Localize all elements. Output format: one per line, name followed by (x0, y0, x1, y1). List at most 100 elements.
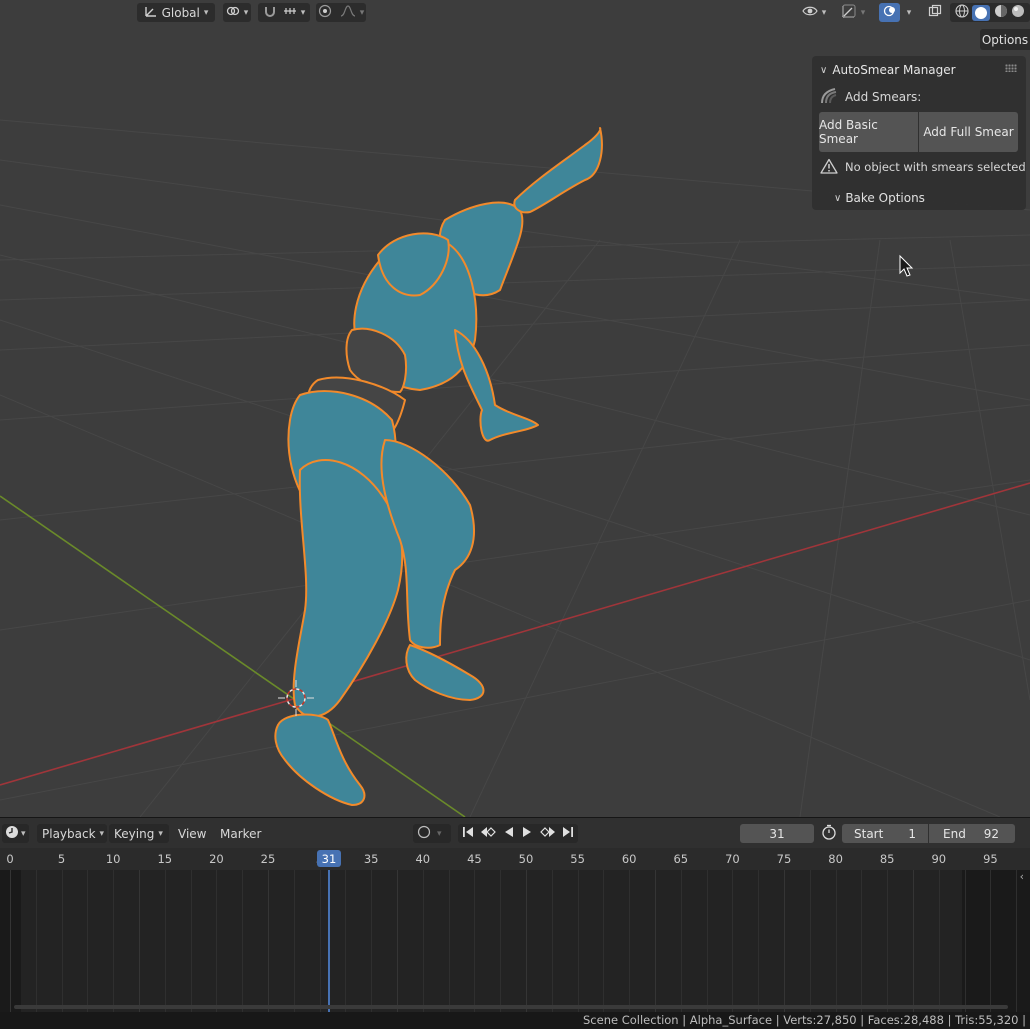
xray-toggle[interactable] (925, 3, 945, 22)
bake-options-subpanel-header[interactable]: ∨ Bake Options (834, 188, 925, 208)
grid-line (10, 870, 11, 1013)
next-keyframe-icon[interactable] (539, 826, 556, 841)
grid-line (913, 870, 914, 1013)
chevron-down-icon: ▾ (203, 7, 209, 18)
grid-line (422, 870, 424, 1013)
ruler-tick-label: 15 (157, 852, 173, 866)
pivot-icon (226, 4, 240, 21)
xray-icon (928, 4, 942, 21)
chevron-left-icon[interactable]: ‹ (1020, 870, 1024, 883)
grid-line (139, 870, 140, 1013)
end-label: End (943, 826, 966, 841)
ruler-tick-label: 0 (6, 852, 14, 866)
prev-keyframe-icon[interactable] (480, 826, 497, 841)
ruler-tick-label: 80 (828, 852, 843, 866)
play-reverse-icon[interactable] (503, 826, 515, 841)
overlays-dropdown[interactable]: ▾ (902, 3, 916, 22)
snapping-group[interactable]: ▾ (258, 3, 310, 22)
jump-start-icon[interactable] (462, 826, 474, 841)
wireframe-shading-icon[interactable] (955, 4, 969, 21)
ruler-tick-label: 45 (467, 852, 482, 866)
end-frame-field[interactable]: End 92 (929, 824, 1015, 843)
overlays-toggle[interactable] (879, 3, 900, 22)
grid-line (448, 870, 450, 1013)
record-icon (417, 825, 431, 842)
start-value: 1 (908, 826, 916, 841)
ruler-tick-label: 75 (776, 852, 792, 866)
ruler-tick-label: 90 (931, 852, 947, 866)
grid-line (732, 870, 734, 1013)
3d-viewport[interactable]: Global ▾ ▾ ▾ ▾ ▾ ▾ ▾ Options ∨ AutoSmear… (0, 0, 1030, 817)
ruler-tick-label: 40 (415, 852, 431, 866)
editor-type-dropdown[interactable]: ▾ (2, 824, 29, 843)
timeline-header: ▾ Playback ▾ Keying ▾ View Marker ▾ 31 S… (0, 818, 1030, 848)
ruler-tick-label: 50 (518, 852, 534, 866)
keying-label: Keying (114, 826, 155, 841)
character-mesh (274, 127, 603, 806)
grid-line (1016, 870, 1018, 1013)
timeline-editor[interactable]: ▾ Playback ▾ Keying ▾ View Marker ▾ 31 S… (0, 817, 1030, 1013)
grid-line (35, 870, 37, 1013)
grid-line (113, 870, 115, 1013)
play-icon[interactable] (521, 826, 533, 841)
magnet-icon[interactable] (263, 4, 277, 21)
warning-row: No object with smears selected (820, 157, 1026, 177)
grid-line (964, 870, 966, 1013)
grid-line (397, 870, 398, 1013)
falloff-curve-icon[interactable] (340, 4, 356, 21)
grid-line (758, 870, 760, 1013)
proportional-editing-group[interactable]: ▾ (316, 3, 366, 22)
proportional-edit-icon[interactable] (318, 4, 332, 21)
chevron-down-icon: ∨ (820, 64, 828, 76)
horizontal-scrollbar[interactable] (14, 1005, 1008, 1009)
ruler-tick-label: 25 (260, 852, 276, 866)
shading-mode-group[interactable] (950, 3, 1030, 22)
marker-menu[interactable]: Marker (220, 824, 261, 843)
autosmear-panel: ∨ AutoSmear Manager Add Smears: Add Basi… (812, 56, 1026, 210)
panel-header[interactable]: ∨ AutoSmear Manager (820, 60, 956, 80)
overlays-icon (883, 4, 897, 21)
playback-menu[interactable]: Playback ▾ (37, 824, 107, 843)
jump-end-icon[interactable] (562, 826, 574, 841)
chevron-down-icon: ▾ (300, 7, 306, 18)
material-preview-icon[interactable] (994, 4, 1008, 21)
current-frame-field[interactable]: 31 (740, 824, 814, 843)
preview-range-toggle[interactable] (821, 824, 837, 843)
frame-ruler[interactable]: 0510152025335404550556065707580859095 31 (0, 848, 1030, 870)
gizmo-dropdown[interactable]: ▾ (835, 3, 871, 22)
drag-grip-icon[interactable] (1005, 64, 1017, 72)
grid-line (577, 870, 579, 1013)
add-smears-row: Add Smears: (820, 87, 921, 107)
keying-menu[interactable]: Keying ▾ (109, 824, 169, 843)
transform-orientation-label: Global (161, 5, 200, 20)
timeline-tracks[interactable]: ‹ (0, 870, 1030, 1013)
status-bar: Scene Collection | Alpha_Surface | Verts… (0, 1012, 1030, 1029)
auto-keying-toggle[interactable]: ▾ (413, 824, 451, 843)
snap-increment-icon[interactable] (283, 4, 297, 21)
view-menu[interactable]: View (178, 824, 206, 843)
grid-line (551, 870, 553, 1013)
grid-line (835, 870, 837, 1013)
solid-shading-icon[interactable] (972, 4, 991, 21)
transform-orientation-dropdown[interactable]: Global ▾ (137, 3, 215, 22)
orientation-icon (144, 4, 158, 21)
playhead-line[interactable] (328, 870, 330, 1013)
playhead-frame-label[interactable]: 31 (317, 850, 341, 867)
pivot-point-dropdown[interactable]: ▾ (223, 3, 251, 22)
grid-line (655, 870, 656, 1013)
scene-statistics: Scene Collection | Alpha_Surface | Verts… (583, 1013, 1026, 1027)
options-button[interactable]: Options (980, 29, 1030, 50)
ruler-tick-label: 65 (673, 852, 689, 866)
rendered-shading-icon[interactable] (1011, 4, 1025, 21)
start-frame-field[interactable]: Start 1 (842, 824, 928, 843)
grid-line (61, 870, 63, 1013)
chevron-down-icon: ▾ (860, 7, 866, 18)
chevron-down-icon: ▾ (821, 7, 827, 18)
playback-controls (458, 824, 578, 843)
grid-line (809, 870, 811, 1013)
visibility-dropdown[interactable]: ▾ (797, 3, 831, 22)
grid-line (87, 870, 89, 1013)
add-full-smear-button[interactable]: Add Full Smear (919, 112, 1018, 152)
grid-line (268, 870, 269, 1013)
add-basic-smear-button[interactable]: Add Basic Smear (819, 112, 918, 152)
